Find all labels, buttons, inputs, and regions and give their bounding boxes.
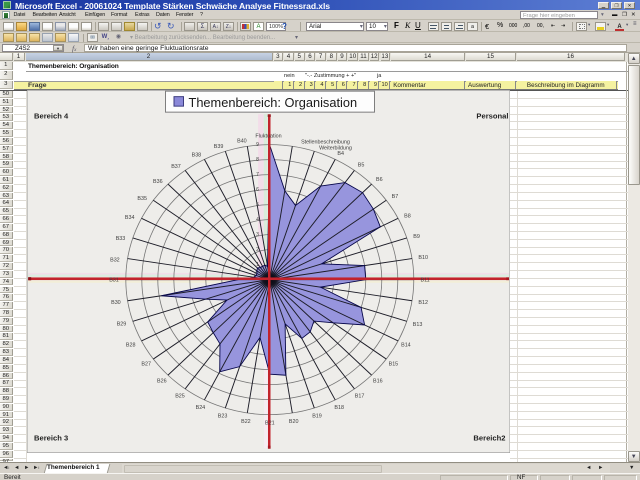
svg-text:B37: B37 — [171, 164, 181, 170]
svg-text:B27: B27 — [141, 362, 151, 368]
svg-text:B23: B23 — [217, 414, 227, 420]
svg-text:B39: B39 — [213, 144, 223, 150]
svg-text:5: 5 — [256, 202, 259, 208]
svg-text:Themenbereich: Organisation: Themenbereich: Organisation — [188, 95, 357, 110]
svg-text:Weiterbildung: Weiterbildung — [319, 146, 352, 152]
svg-text:7: 7 — [256, 172, 259, 178]
svg-text:B40: B40 — [237, 139, 247, 145]
svg-text:B22: B22 — [241, 419, 251, 425]
svg-text:B11: B11 — [420, 278, 429, 284]
svg-text:B7: B7 — [391, 194, 398, 200]
svg-text:B20: B20 — [288, 419, 298, 425]
svg-text:B15: B15 — [388, 362, 398, 368]
svg-text:B19: B19 — [312, 414, 322, 420]
svg-text:B4: B4 — [337, 151, 344, 157]
svg-text:9: 9 — [256, 142, 259, 148]
svg-text:B21: B21 — [265, 421, 275, 427]
svg-text:B17: B17 — [354, 393, 364, 399]
svg-text:B25: B25 — [175, 393, 185, 399]
svg-text:B36: B36 — [153, 179, 163, 185]
svg-text:B6: B6 — [376, 177, 383, 183]
svg-text:6: 6 — [256, 187, 259, 193]
svg-text:B38: B38 — [191, 153, 201, 159]
svg-text:Bereich2: Bereich2 — [473, 434, 505, 443]
svg-text:B31: B31 — [109, 277, 119, 283]
svg-text:B5: B5 — [357, 163, 364, 169]
svg-text:8: 8 — [256, 157, 259, 163]
svg-text:B10: B10 — [418, 255, 428, 261]
svg-text:B32: B32 — [110, 258, 120, 264]
svg-text:Bereich 3: Bereich 3 — [34, 434, 68, 443]
svg-text:B9: B9 — [413, 234, 420, 240]
svg-text:B33: B33 — [115, 236, 125, 242]
svg-text:1: 1 — [256, 262, 259, 268]
svg-text:B34: B34 — [124, 215, 134, 221]
svg-text:B30: B30 — [111, 300, 121, 306]
svg-text:B24: B24 — [195, 405, 205, 411]
svg-text:B12: B12 — [418, 300, 428, 306]
svg-text:4: 4 — [256, 217, 259, 223]
svg-text:B16: B16 — [373, 379, 383, 385]
svg-text:B8: B8 — [404, 213, 411, 219]
svg-text:Fluktuation: Fluktuation — [255, 134, 281, 140]
svg-text:Bereich 4: Bereich 4 — [34, 112, 69, 121]
svg-text:Personal: Personal — [476, 112, 508, 121]
svg-text:B26: B26 — [157, 379, 167, 385]
svg-text:B14: B14 — [401, 342, 411, 348]
svg-text:B13: B13 — [412, 322, 422, 328]
svg-text:3: 3 — [256, 232, 259, 238]
svg-text:2: 2 — [256, 247, 259, 253]
svg-text:B18: B18 — [334, 405, 344, 411]
svg-text:B35: B35 — [137, 196, 147, 202]
svg-text:B28: B28 — [125, 342, 135, 348]
svg-text:B29: B29 — [116, 322, 126, 328]
